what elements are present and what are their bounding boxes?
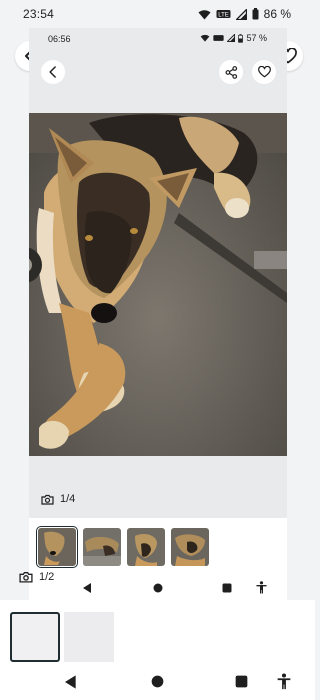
battery-icon	[252, 8, 259, 20]
embedded-screenshot: 06:56 57 % 1/4	[29, 28, 287, 603]
battery-level: 86 %	[263, 7, 291, 21]
dog-illustration	[29, 113, 287, 456]
clock: 23:54	[23, 7, 55, 21]
dog-photo[interactable]	[29, 113, 287, 456]
inner-status-icons: 57 %	[200, 33, 267, 43]
signal-icon	[227, 34, 236, 42]
camera-icon	[41, 494, 54, 505]
thumbnail-4[interactable]	[171, 528, 209, 566]
triangle-back-icon[interactable]	[83, 583, 92, 593]
camera-icon	[19, 572, 33, 583]
heart-icon	[257, 66, 271, 78]
square-recents-icon[interactable]	[222, 583, 232, 593]
circle-home-icon[interactable]	[153, 583, 163, 593]
gallery-thumbnail-1[interactable]	[10, 612, 60, 662]
signal-icon	[235, 8, 247, 20]
inner-favorite-button[interactable]	[252, 60, 276, 84]
photo-counter-text: 1/4	[60, 493, 76, 505]
accessibility-icon[interactable]	[277, 673, 291, 690]
volte-icon: LTE	[216, 10, 231, 19]
square-recents-icon[interactable]	[235, 675, 248, 688]
inner-navigation-bar	[29, 576, 287, 600]
circle-home-icon[interactable]	[151, 675, 164, 688]
share-icon	[225, 65, 237, 79]
svg-text:LTE: LTE	[218, 13, 229, 19]
inner-status-bar: 06:56 57 %	[29, 28, 287, 50]
status-bar: 23:54 LTE 86 %	[0, 0, 315, 30]
navigation-bar	[0, 665, 315, 700]
back-arrow-icon	[49, 66, 56, 78]
thumbnail-3[interactable]	[127, 528, 165, 566]
volte-icon	[213, 35, 225, 41]
wifi-icon	[198, 9, 211, 19]
wifi-icon	[201, 34, 210, 42]
thumbnail-1[interactable]	[36, 526, 78, 568]
inner-back-button[interactable]	[41, 60, 65, 84]
battery-icon	[238, 33, 244, 43]
inner-clock: 06:56	[48, 34, 71, 44]
gallery-thumbnail-2[interactable]	[64, 612, 114, 662]
status-icons: LTE 86 %	[198, 7, 291, 21]
gallery-counter-text: 1/2	[39, 571, 55, 583]
inner-battery-level: 57 %	[246, 33, 267, 43]
gallery-counter: 1/2	[19, 571, 54, 583]
thumbnail-strip	[29, 518, 287, 603]
thumbnail-2[interactable]	[83, 528, 121, 566]
triangle-back-icon[interactable]	[65, 675, 77, 689]
inner-share-button[interactable]	[219, 60, 243, 84]
photo-counter: 1/4	[41, 493, 75, 505]
accessibility-icon[interactable]	[256, 581, 267, 594]
